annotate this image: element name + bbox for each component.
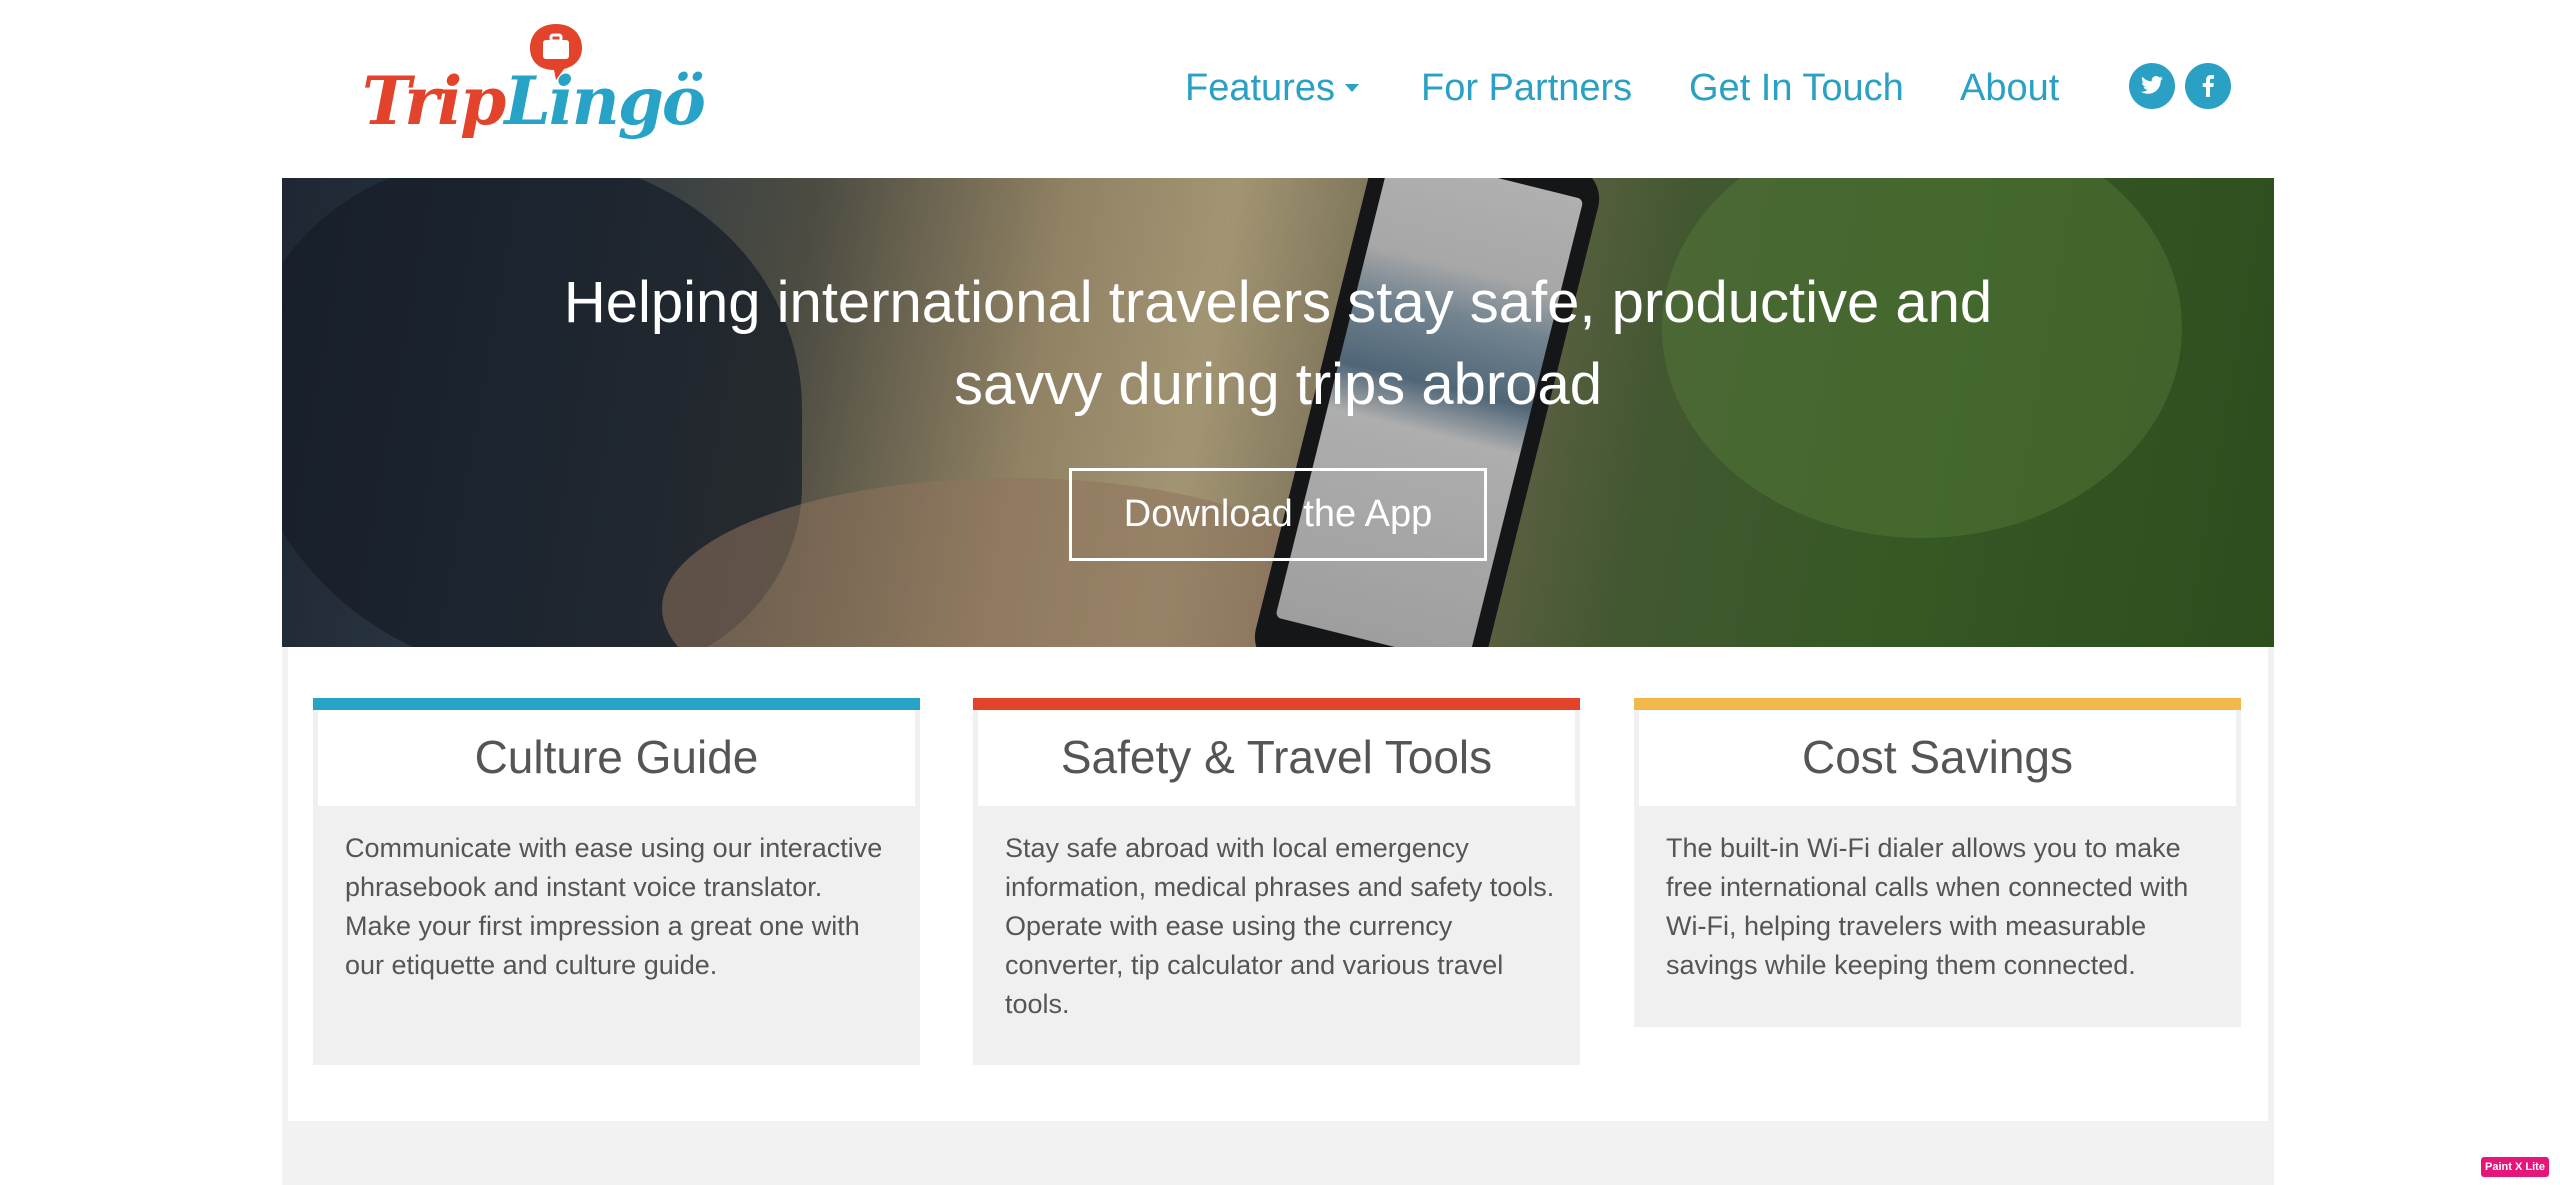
main-nav: Features For Partners Get In Touch About (0, 58, 2560, 118)
card-accent-bar (1634, 698, 2241, 710)
twitter-button[interactable] (2129, 63, 2175, 109)
paint-x-lite-badge: Paint X Lite (2481, 1157, 2549, 1177)
card-safety-travel-tools: Safety & Travel Tools Stay safe abroad w… (973, 698, 1580, 1065)
card-accent-bar (973, 698, 1580, 710)
card-body: Communicate with ease using our interact… (345, 833, 883, 980)
card-body: Stay safe abroad with local emergency in… (1005, 833, 1555, 1019)
nav-features[interactable]: Features (1185, 58, 1359, 118)
card-cost-savings: Cost Savings The built-in Wi-Fi dialer a… (1634, 698, 2241, 1027)
card-title: Cost Savings (1639, 710, 2236, 806)
hero-banner: Helping international travelers stay saf… (282, 178, 2274, 647)
download-app-button[interactable]: Download the App (1069, 468, 1487, 561)
nav-for-partners[interactable]: For Partners (1421, 58, 1632, 118)
card-title: Culture Guide (318, 710, 915, 806)
card-title: Safety & Travel Tools (978, 710, 1575, 806)
card-culture-guide: Culture Guide Communicate with ease usin… (313, 698, 920, 1065)
facebook-button[interactable] (2185, 63, 2231, 109)
twitter-icon (2141, 76, 2163, 94)
card-body: The built-in Wi-Fi dialer allows you to … (1666, 833, 2189, 980)
site-header: TripLingö Features For Partners Get In T… (0, 0, 2560, 178)
facebook-icon (2202, 75, 2214, 97)
nav-features-label: Features (1185, 67, 1335, 109)
chevron-down-icon (1344, 83, 1359, 92)
card-accent-bar (313, 698, 920, 710)
nav-about[interactable]: About (1960, 58, 2059, 118)
hero-title: Helping international travelers stay saf… (563, 270, 1993, 417)
nav-get-in-touch[interactable]: Get In Touch (1689, 58, 1904, 118)
